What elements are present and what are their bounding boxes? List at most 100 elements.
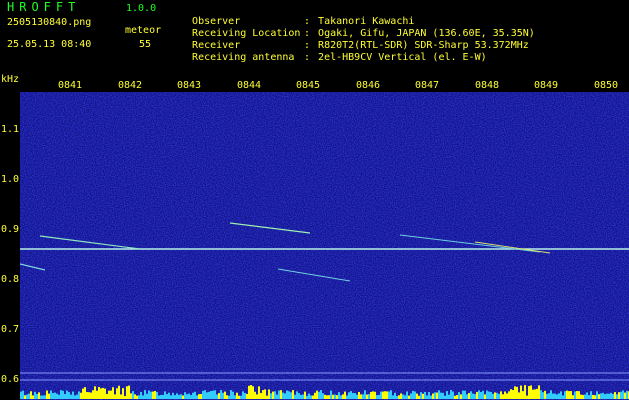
level-bar xyxy=(458,392,460,399)
level-bar xyxy=(194,391,196,399)
level-bar xyxy=(530,385,532,399)
level-bar xyxy=(222,392,224,399)
level-bar xyxy=(288,391,290,399)
level-bar xyxy=(574,391,576,399)
level-bar xyxy=(290,392,292,399)
level-bar xyxy=(178,394,180,399)
level-bar xyxy=(268,389,270,399)
level-bar xyxy=(120,394,122,399)
level-bar xyxy=(378,394,380,399)
level-bar xyxy=(362,394,364,399)
level-bar xyxy=(28,393,30,399)
level-bar xyxy=(468,393,470,399)
level-bar xyxy=(590,391,592,399)
level-bar xyxy=(434,392,436,399)
file-name: 2505130840.png xyxy=(7,17,92,28)
x-tick-label: 0849 xyxy=(534,80,559,91)
level-bar xyxy=(498,393,500,399)
level-bar xyxy=(298,393,300,399)
level-bar xyxy=(374,391,376,399)
level-bar xyxy=(104,388,106,399)
level-bar xyxy=(476,391,478,399)
level-bar xyxy=(58,394,60,399)
level-bar xyxy=(572,395,574,399)
info-key: Receiving antenna xyxy=(192,52,295,63)
level-bar xyxy=(150,391,152,399)
level-bar xyxy=(512,390,514,399)
x-tick-label: 0850 xyxy=(594,80,619,91)
info-value: 2el-HB9CV Vertical (el. E-W) xyxy=(318,52,487,63)
level-bar xyxy=(138,395,140,399)
level-bar xyxy=(226,395,228,399)
level-bar xyxy=(270,393,272,399)
level-bar xyxy=(488,391,490,399)
x-tick-label: 0841 xyxy=(58,80,83,91)
level-bar xyxy=(106,393,108,399)
level-bar xyxy=(118,385,120,399)
level-bar xyxy=(582,395,584,399)
level-bar xyxy=(608,393,610,399)
level-bar xyxy=(62,390,64,399)
level-bar xyxy=(282,392,284,399)
level-bar xyxy=(112,387,114,399)
level-bar xyxy=(446,391,448,399)
level-bar xyxy=(296,391,298,399)
level-bar xyxy=(202,390,204,399)
level-bar xyxy=(580,394,582,399)
level-bar xyxy=(230,390,232,399)
level-bar xyxy=(388,391,390,399)
level-bar xyxy=(224,391,226,399)
y-axis-unit: kHz xyxy=(1,74,20,85)
level-bar xyxy=(68,392,70,399)
x-tick-label: 0842 xyxy=(118,80,143,91)
level-bar xyxy=(54,392,56,399)
level-bar xyxy=(594,395,596,399)
level-bar xyxy=(170,395,172,399)
level-bar xyxy=(326,395,328,399)
timestamp: 25.05.13 08:40 xyxy=(7,39,92,50)
level-bar xyxy=(460,394,462,399)
level-bar xyxy=(246,393,248,399)
level-bar xyxy=(36,394,38,399)
level-bar xyxy=(86,392,88,399)
level-bar xyxy=(364,390,366,399)
level-bar xyxy=(424,391,426,399)
level-bar xyxy=(42,395,44,399)
level-bar xyxy=(192,392,194,399)
level-bar xyxy=(534,389,536,399)
level-bar xyxy=(348,392,350,399)
level-bar xyxy=(538,385,540,399)
level-bar xyxy=(352,393,354,399)
level-bar xyxy=(340,395,342,399)
spectrogram-plot xyxy=(20,92,629,400)
level-bar xyxy=(122,388,124,399)
y-tick-label: 0.9 xyxy=(1,224,20,235)
level-bar xyxy=(280,390,282,399)
app-logo: HROFFT xyxy=(7,0,81,14)
level-bar xyxy=(320,390,322,399)
level-bar xyxy=(74,395,76,399)
level-bar xyxy=(198,394,200,399)
level-bar xyxy=(522,391,524,399)
level-bar xyxy=(430,395,432,399)
level-bar xyxy=(496,392,498,399)
x-tick-label: 0846 xyxy=(356,80,381,91)
level-bar xyxy=(148,390,150,399)
level-bar xyxy=(428,391,430,399)
level-bar xyxy=(140,392,142,399)
level-bar xyxy=(66,390,68,399)
level-bar xyxy=(84,387,86,399)
x-tick-label: 0845 xyxy=(296,80,321,91)
level-bar xyxy=(560,391,562,399)
level-bar xyxy=(356,394,358,399)
level-bar xyxy=(526,395,528,399)
level-bar xyxy=(592,394,594,399)
level-bar xyxy=(410,393,412,399)
level-bar xyxy=(210,390,212,399)
level-bar xyxy=(416,393,418,399)
level-bar xyxy=(214,390,216,399)
level-bar xyxy=(606,393,608,399)
meteor-label: meteor xyxy=(125,25,162,36)
level-bar xyxy=(142,395,144,399)
level-bar xyxy=(544,390,546,399)
